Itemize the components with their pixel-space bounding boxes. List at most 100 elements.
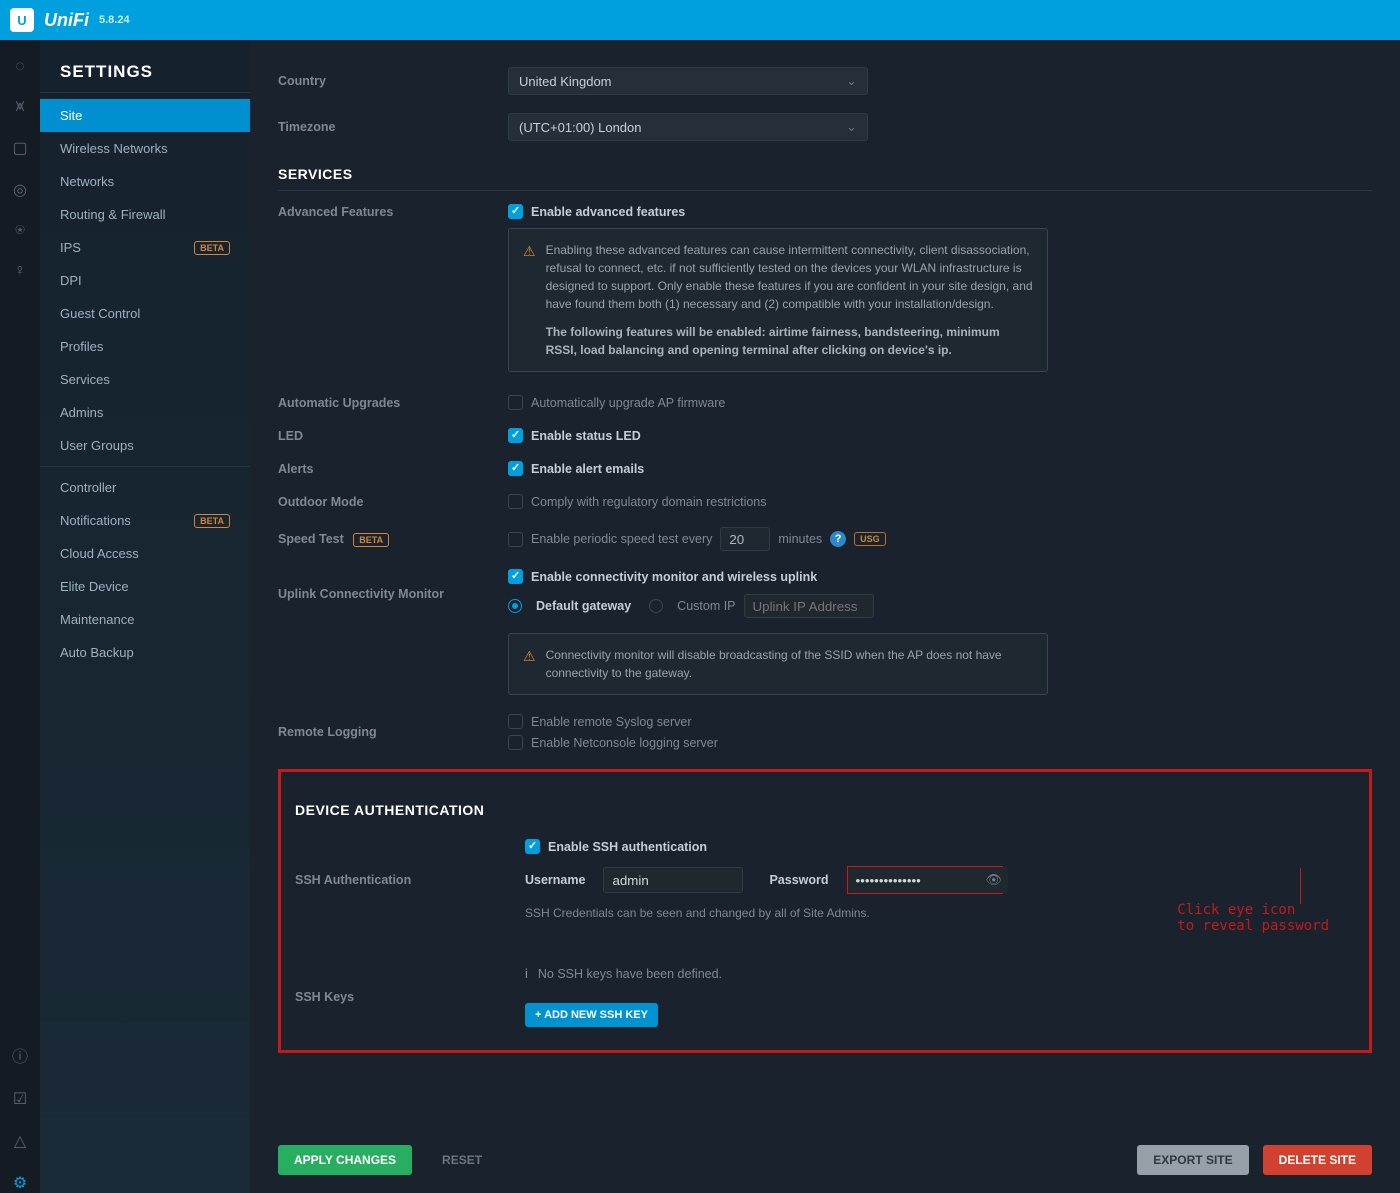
enable-advanced-checkbox[interactable] xyxy=(508,204,523,219)
sidebar-item-notifications[interactable]: NotificationsBETA xyxy=(40,504,250,537)
led-cb-label: Enable status LED xyxy=(531,429,641,443)
led-label: LED xyxy=(278,429,508,443)
auto-upgrade-cb-label: Automatically upgrade AP firmware xyxy=(531,396,725,410)
speedtest-unit: minutes xyxy=(778,532,822,546)
u-logo-icon: U xyxy=(10,8,34,32)
stats-icon[interactable]: ⩙ xyxy=(15,98,24,116)
sidebar-item-cloud-access[interactable]: Cloud Access xyxy=(40,537,250,570)
speedtest-beta-badge: BETA xyxy=(353,533,389,547)
brand-name: UniFi xyxy=(44,10,89,31)
uplink-warning-text: Connectivity monitor will disable broadc… xyxy=(546,646,1033,682)
insights-icon[interactable]: ♀ xyxy=(14,262,26,280)
sidebar-item-wireless-networks[interactable]: Wireless Networks xyxy=(40,132,250,165)
sidebar-item-guest-control[interactable]: Guest Control xyxy=(40,297,250,330)
sidebar-item-routing-firewall[interactable]: Routing & Firewall xyxy=(40,198,250,231)
sidebar-item-elite-device[interactable]: Elite Device xyxy=(40,570,250,603)
speedtest-interval-input[interactable] xyxy=(720,527,770,551)
uplink-ip-input[interactable] xyxy=(744,594,874,618)
advanced-warning-text2: The following features will be enabled: … xyxy=(546,323,1033,359)
beta-badge: BETA xyxy=(194,514,230,528)
sidebar-item-services[interactable]: Services xyxy=(40,363,250,396)
speedtest-cb-label: Enable periodic speed test every xyxy=(531,532,712,546)
netconsole-checkbox[interactable] xyxy=(508,735,523,750)
beta-badge: BETA xyxy=(194,241,230,255)
settings-sidebar: SETTINGS SiteWireless NetworksNetworksRo… xyxy=(40,40,250,1193)
sidebar-item-admins[interactable]: Admins xyxy=(40,396,250,429)
eye-icon[interactable]: 👁 xyxy=(986,872,1003,888)
uplink-checkbox[interactable] xyxy=(508,569,523,584)
password-input[interactable] xyxy=(848,867,1008,893)
sidebar-item-maintenance[interactable]: Maintenance xyxy=(40,603,250,636)
sidebar-title: SETTINGS xyxy=(40,62,250,93)
icon-rail: ◌ ⩙ ▢ ◎ ⍟ ♀ ⓘ ☑ △ ⚙ xyxy=(0,40,40,1193)
sidebar-item-controller[interactable]: Controller xyxy=(40,471,250,504)
syslog-label: Enable remote Syslog server xyxy=(531,715,692,729)
outdoor-checkbox[interactable] xyxy=(508,494,523,509)
default-gateway-label: Default gateway xyxy=(536,599,631,613)
timezone-select[interactable]: (UTC+01:00) London ⌄ xyxy=(508,113,868,141)
syslog-checkbox[interactable] xyxy=(508,714,523,729)
footer-actions: APPLY CHANGES RESET EXPORT SITE DELETE S… xyxy=(250,1127,1400,1193)
chevron-down-icon: ⌄ xyxy=(846,119,857,135)
sidebar-item-networks[interactable]: Networks xyxy=(40,165,250,198)
country-select[interactable]: United Kingdom ⌄ xyxy=(508,67,868,95)
sidebar-item-user-groups[interactable]: User Groups xyxy=(40,429,250,462)
username-label: Username xyxy=(525,873,585,887)
settings-icon[interactable]: ⚙ xyxy=(13,1173,27,1193)
alerts-label: Alerts xyxy=(278,462,508,476)
netconsole-label: Enable Netconsole logging server xyxy=(531,736,718,750)
speedtest-checkbox[interactable] xyxy=(508,532,523,547)
delete-site-button[interactable]: DELETE SITE xyxy=(1263,1145,1372,1175)
uplink-warning: ⚠ Connectivity monitor will disable broa… xyxy=(508,633,1048,695)
speedtest-label: Speed Test BETA xyxy=(278,532,508,546)
apply-changes-button[interactable]: APPLY CHANGES xyxy=(278,1145,412,1175)
services-heading: SERVICES xyxy=(278,166,1372,191)
uplink-cb-label: Enable connectivity monitor and wireless… xyxy=(531,570,817,584)
custom-ip-radio[interactable] xyxy=(649,599,663,613)
led-checkbox[interactable] xyxy=(508,428,523,443)
clients-icon[interactable]: ⍟ xyxy=(15,222,25,240)
custom-ip-label: Custom IP xyxy=(677,599,735,613)
advanced-features-label: Advanced Features xyxy=(278,205,508,219)
username-input[interactable] xyxy=(603,867,743,893)
help-icon[interactable]: ? xyxy=(830,531,846,547)
password-label: Password xyxy=(769,873,828,887)
auto-upgrade-label: Automatic Upgrades xyxy=(278,396,508,410)
map-icon[interactable]: ▢ xyxy=(12,138,27,158)
sidebar-item-auto-backup[interactable]: Auto Backup xyxy=(40,636,250,669)
devices-icon[interactable]: ◎ xyxy=(13,180,27,200)
device-auth-heading: DEVICE AUTHENTICATION xyxy=(295,802,1355,826)
bell-icon[interactable]: △ xyxy=(14,1131,26,1151)
enable-advanced-label: Enable advanced features xyxy=(531,205,685,219)
timezone-label: Timezone xyxy=(278,120,508,134)
reset-button[interactable]: RESET xyxy=(426,1145,498,1175)
check-icon[interactable]: ☑ xyxy=(13,1089,27,1109)
auto-upgrade-checkbox[interactable] xyxy=(508,395,523,410)
alerts-checkbox[interactable] xyxy=(508,461,523,476)
advanced-warning-text1: Enabling these advanced features can cau… xyxy=(546,241,1033,313)
sidebar-item-profiles[interactable]: Profiles xyxy=(40,330,250,363)
sidebar-item-site[interactable]: Site xyxy=(40,99,250,132)
top-bar: U UniFi 5.8.24 xyxy=(0,0,1400,40)
default-gateway-radio[interactable] xyxy=(508,599,522,613)
ssh-auth-cb-label: Enable SSH authentication xyxy=(548,840,707,854)
add-ssh-key-button[interactable]: + ADD NEW SSH KEY xyxy=(525,1003,658,1027)
info-icon[interactable]: ⓘ xyxy=(12,1043,28,1067)
annotation-line xyxy=(1300,868,1301,904)
advanced-warning: ⚠ Enabling these advanced features can c… xyxy=(508,228,1048,372)
country-label: Country xyxy=(278,74,508,88)
settings-content: Country United Kingdom ⌄ Timezone (UTC+0… xyxy=(250,40,1400,1193)
uplink-label: Uplink Connectivity Monitor xyxy=(278,587,508,601)
warning-icon: ⚠ xyxy=(523,241,536,359)
usg-badge: USG xyxy=(854,532,886,546)
remote-logging-label: Remote Logging xyxy=(278,725,508,739)
export-site-button[interactable]: EXPORT SITE xyxy=(1137,1145,1248,1175)
version-text: 5.8.24 xyxy=(99,14,130,26)
brand-logo: U UniFi 5.8.24 xyxy=(10,8,130,32)
dashboard-icon[interactable]: ◌ xyxy=(15,58,25,76)
sidebar-item-dpi[interactable]: DPI xyxy=(40,264,250,297)
country-value: United Kingdom xyxy=(519,74,612,89)
ssh-keys-label: SSH Keys xyxy=(295,990,525,1004)
ssh-auth-checkbox[interactable] xyxy=(525,839,540,854)
sidebar-item-ips[interactable]: IPSBETA xyxy=(40,231,250,264)
